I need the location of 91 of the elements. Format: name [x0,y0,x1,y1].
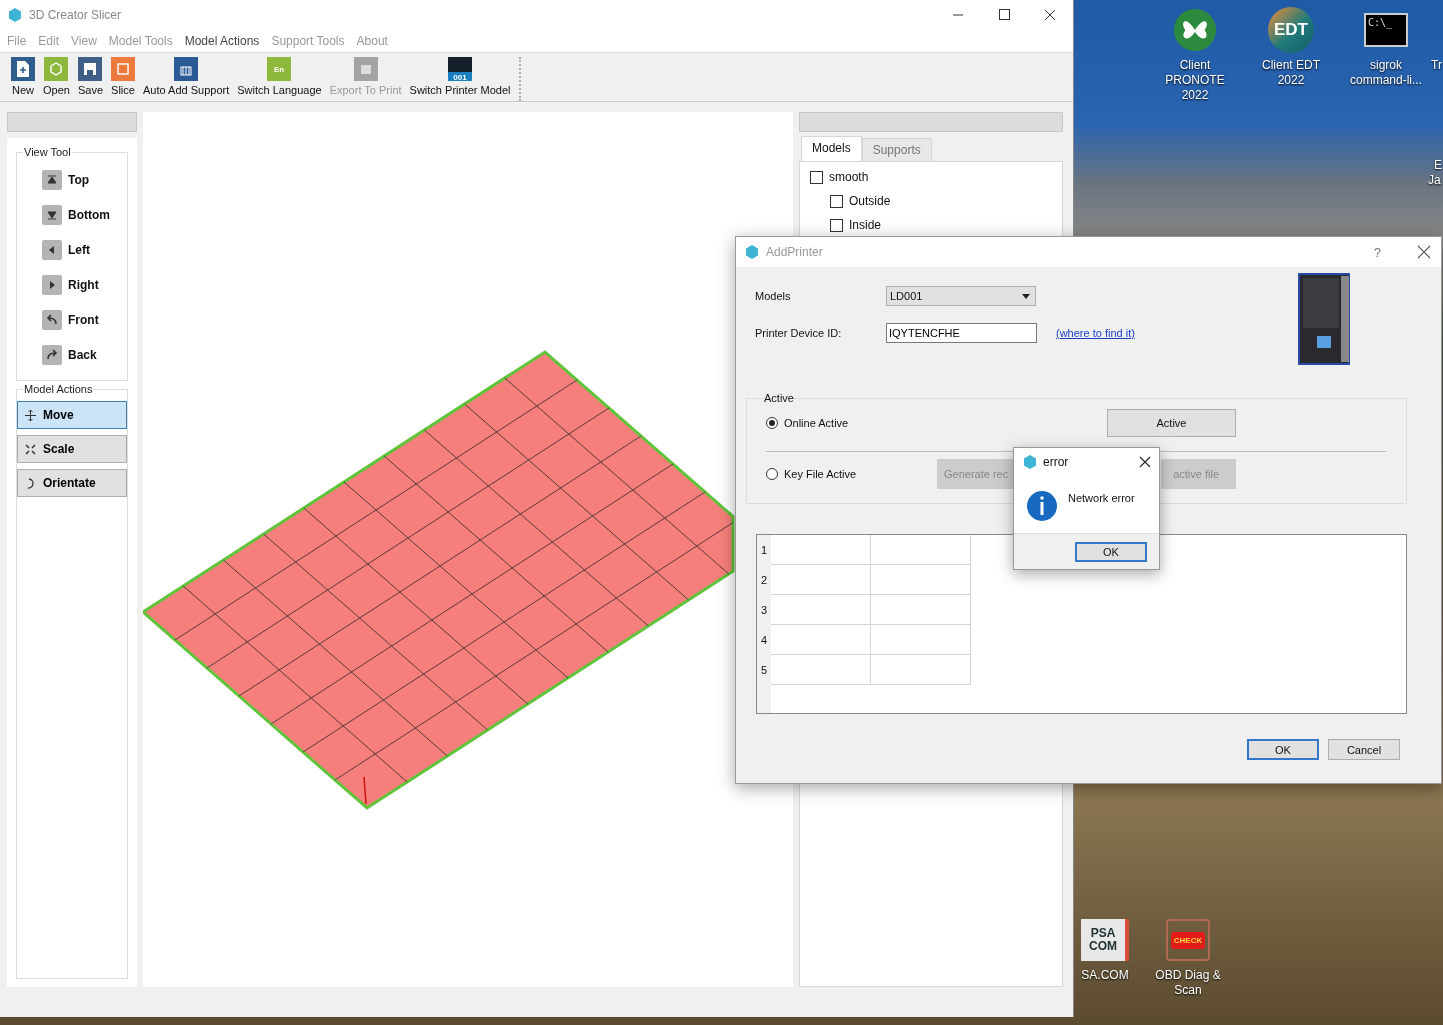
group-title: View Tool [23,146,72,158]
tree-item-label[interactable]: Inside [849,218,882,232]
toolbar-button[interactable]: Save [74,57,106,96]
table-cell[interactable] [771,655,871,685]
arrow-left-icon [42,239,62,260]
toolbar-button[interactable]: New [8,57,38,96]
toolbar-button[interactable]: 001 Switch Printer Model [406,57,514,96]
row-header: 1 [757,535,771,565]
view-button[interactable]: Right [17,267,127,302]
menu-item[interactable]: Model Actions [180,34,268,48]
action-button[interactable]: Orientate [17,469,127,497]
cube-icon[interactable] [44,57,69,81]
window-title: 3D Creator Slicer [29,8,122,22]
rotate-icon [25,477,36,489]
terminal-icon[interactable]: C:\_ [1364,13,1408,47]
view-button[interactable]: Bottom [17,197,127,232]
new-file-icon[interactable] [11,57,35,81]
close-icon[interactable] [1139,456,1151,468]
desktop-icon-label[interactable]: SA.COM [1081,968,1129,983]
field-label: Printer Device ID: [755,327,843,339]
panel-tab[interactable]: Models [801,136,862,161]
table-cell[interactable] [871,535,971,565]
desktop-icon-label[interactable]: sigrok command-li... [1345,58,1427,88]
row-header: 3 [757,595,771,625]
model-dropdown[interactable]: LD001 [886,286,1036,306]
action-button[interactable]: Move [17,401,127,429]
group-title: Active [764,392,794,404]
tree-item-label[interactable]: Outside [849,194,891,208]
device-id-field[interactable]: IQYTENCFHE [886,323,1037,343]
dialog-title: error [1043,455,1069,469]
view-button[interactable]: Front [17,302,127,337]
active-button[interactable]: Active [1107,409,1236,437]
printer-model-icon[interactable]: 001 [448,57,473,81]
row-header: 4 [757,625,771,655]
row-header: 5 [757,655,771,685]
table-cell[interactable] [871,595,971,625]
toolbar-button[interactable]: Open [40,57,73,96]
field-label: Models [755,290,792,302]
radio-label[interactable]: Online Active [784,417,849,429]
desktop-icon-label[interactable]: E [1434,158,1442,172]
dialog-title: AddPrinter [766,245,823,259]
toolbar-button[interactable]: En Switch Language [234,57,325,96]
app-logo-icon [1022,454,1038,470]
table-cell[interactable] [871,565,971,595]
table-cell[interactable] [771,535,871,565]
toolbar-button[interactable]: Slice [108,57,138,96]
help-link[interactable]: (where to find it) [1056,327,1135,339]
toolbar-button[interactable]: Auto Add Support [140,57,233,96]
radio-label[interactable]: Key File Active [784,468,857,480]
row-header: 2 [757,565,771,595]
arrow-down-icon [42,204,62,225]
butterfly-app-icon[interactable] [1172,7,1218,53]
desktop-icon-label[interactable]: OBD Diag & Scan [1147,968,1229,998]
desktop-icon-label[interactable]: Client EDT 2022 [1250,58,1332,88]
radio-button[interactable] [766,468,778,480]
view-button[interactable]: Left [17,232,127,267]
ok-button[interactable]: OK [1247,739,1319,760]
desktop-icon-label[interactable]: Ja [1428,173,1441,187]
action-button[interactable]: Scale [17,435,127,463]
radio-button[interactable] [766,417,778,429]
cancel-button[interactable]: Cancel [1328,739,1400,760]
view-button[interactable]: Top [17,162,127,197]
app-logo-icon [744,244,760,260]
close-icon[interactable] [1417,245,1431,259]
scale-icon [25,443,36,455]
arrow-right-icon [42,274,62,295]
layers-icon[interactable] [111,57,135,81]
checkbox[interactable] [810,170,823,184]
view-button[interactable]: Back [17,337,127,372]
table-cell[interactable] [771,595,871,625]
info-icon [1026,490,1058,522]
ok-button[interactable]: OK [1075,541,1147,562]
app-logo-icon [7,7,23,23]
app-logo-icon[interactable]: PSA COM [1081,919,1129,961]
checkbox[interactable] [830,194,843,208]
dropdown-arrow-icon [1022,293,1030,299]
table-cell[interactable] [871,655,971,685]
table-cell[interactable] [771,625,871,655]
desktop-icon-label[interactable]: Client PRONOTE 2022 [1154,58,1236,103]
arrow-up-icon [42,169,62,190]
table-cell[interactable] [871,625,971,655]
checkbox[interactable] [830,218,843,232]
error-message: Network error [1068,491,1135,504]
table-cell[interactable] [771,565,871,595]
panel-tab[interactable]: Supports [861,138,932,161]
desktop-icon-label[interactable]: Tr [1431,58,1442,72]
help-button[interactable]: ? [1373,244,1381,260]
move-icon [25,409,36,421]
support-icon[interactable] [174,57,199,81]
group-title: Model Actions [23,383,94,395]
tree-item-label[interactable]: smooth [829,170,869,184]
